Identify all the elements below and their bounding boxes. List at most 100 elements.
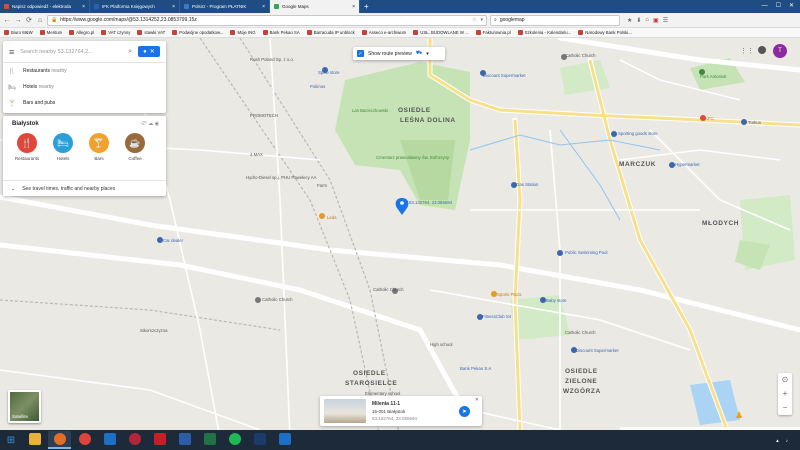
bookmark-item[interactable]: Narodowy Bank Polski...	[578, 30, 632, 35]
bookmark-item[interactable]: stawki VAT	[137, 30, 165, 35]
menu-icon[interactable]: ☰	[663, 17, 668, 24]
place-photo[interactable]	[324, 399, 366, 423]
firefox-icon[interactable]	[48, 431, 71, 449]
suggestion-hotels[interactable]: 🛏 Hotels nearby	[3, 79, 166, 95]
chevron-down-icon[interactable]: ▾	[426, 51, 429, 57]
bookmark-item[interactable]: Meritum	[39, 30, 62, 35]
app-icon[interactable]	[123, 431, 146, 449]
zoom-out-button[interactable]: −	[783, 401, 788, 415]
browser-tab[interactable]: Napisz odpowiedź - elektroda ×	[0, 0, 90, 13]
browser-search-box[interactable]: ⌕ googlemap	[490, 14, 620, 26]
map-place-label[interactable]: FitnessClub S4	[482, 314, 511, 319]
map-place-label[interactable]: Discount Supermarket	[483, 73, 526, 78]
url-text[interactable]: https://www.google.com/maps/@53.1314252,…	[60, 17, 197, 23]
bookmark-item[interactable]: Bank Pekao SA	[262, 30, 300, 35]
my-location-icon[interactable]: ⊙	[782, 373, 789, 387]
home-icon[interactable]: ⌂	[36, 17, 44, 24]
search-value[interactable]: googlemap	[500, 17, 525, 23]
map-place-label[interactable]: Cmentarz prawosławny Św. Eufrozyny	[376, 155, 449, 160]
apps-grid-icon[interactable]: ⋮⋮	[740, 47, 754, 55]
map-place-label[interactable]: Catholic Church	[565, 53, 596, 58]
pegman-icon[interactable]: ♟	[735, 410, 743, 421]
map-place-label[interactable]: Hypermarket	[675, 162, 700, 167]
category-hotels[interactable]: 🛏 Hotels	[51, 133, 75, 161]
map-place-label[interactable]: MŁODYCH	[702, 220, 739, 227]
spotify-icon[interactable]	[223, 431, 246, 449]
bookmark-item[interactable]: USŁ. BUDOWLANE W ...	[413, 30, 469, 35]
minimize-icon[interactable]: —	[762, 0, 768, 13]
bookmark-item[interactable]: Podwójne opodatkow...	[172, 30, 223, 35]
bookmark-item[interactable]: Moje ING	[230, 30, 256, 35]
satellite-layer-toggle[interactable]: Satellite	[8, 390, 41, 423]
map-place-label[interactable]: PROMOTECH	[250, 113, 278, 118]
forward-icon[interactable]: →	[14, 17, 22, 24]
map-place-label[interactable]: Catholic Church	[565, 330, 596, 335]
map-place-label[interactable]: ZIELONE	[565, 378, 597, 385]
app-icon[interactable]	[248, 431, 271, 449]
bookmark-item[interactable]: VAT czynny	[101, 30, 130, 35]
browser-tab-active[interactable]: Google Maps ×	[270, 0, 360, 13]
zoom-in-button[interactable]: +	[783, 387, 788, 401]
travel-times-link[interactable]: ⌄ See travel times, traffic and nearby p…	[3, 180, 166, 196]
bookmarks-icon[interactable]: ★	[627, 17, 632, 24]
map-place-label[interactable]: Sports Plaza	[497, 292, 521, 297]
map-place-label[interactable]: Catholic Church	[262, 297, 293, 302]
dropped-pin-card[interactable]: Milenia 11-1 15-001 Białystok 53.132764,…	[320, 396, 482, 426]
map-place-label[interactable]: Farm	[317, 183, 327, 188]
extension-icon[interactable]: ▣	[653, 17, 659, 24]
file-explorer-icon[interactable]	[23, 431, 46, 449]
map-place-label[interactable]: Polimos	[310, 84, 325, 89]
outlook-icon[interactable]	[98, 431, 121, 449]
eye-icon[interactable]: ◉	[155, 121, 159, 127]
map-place-label[interactable]: 4.MAX	[250, 152, 263, 157]
close-tab-icon[interactable]: ×	[262, 4, 265, 10]
map-place-label[interactable]: Gas Station	[516, 182, 538, 187]
checkbox-checked-icon[interactable]: ✓	[357, 50, 364, 57]
map-place-label[interactable]: STAROSIELCE	[345, 380, 397, 387]
word-icon[interactable]	[173, 431, 196, 449]
bookmark-item[interactable]: Allegro.pl	[69, 30, 94, 35]
map-place-label[interactable]: Car dealer	[163, 238, 183, 243]
category-bars[interactable]: 🍸 Bars	[87, 133, 111, 161]
dropdown-icon[interactable]: ▾	[480, 17, 483, 23]
bookmark-item[interactable]: Barracuda IP unblock	[306, 30, 355, 35]
address-bar[interactable]: 🔒 https://www.google.com/maps/@53.131425…	[47, 14, 487, 26]
map-place-label[interactable]: Sporting goods store	[618, 131, 658, 136]
close-window-icon[interactable]: ✕	[789, 0, 794, 13]
category-restaurants[interactable]: 🍴 Restaurants	[15, 133, 39, 161]
avatar[interactable]: T	[773, 44, 787, 58]
maps-search-input[interactable]: Search nearby 53.132764,2...	[20, 49, 122, 55]
downloads-icon[interactable]: ⬇	[636, 17, 641, 24]
map-place-label[interactable]: OSIEDLE	[565, 368, 598, 375]
bookmark-item[interactable]: Szkolenia - Kalendariu...	[517, 30, 571, 35]
close-icon[interactable]: ✕	[475, 397, 479, 403]
acrobat-icon[interactable]	[148, 431, 171, 449]
map-place-label[interactable]: Las Bacieczkowski	[352, 108, 388, 113]
map-place-label[interactable]: OSIEDLE	[398, 107, 431, 114]
bookmark-item[interactable]: Fakturownia.pl	[475, 30, 511, 35]
map-place-label[interactable]: Spice store	[318, 70, 340, 75]
maximize-icon[interactable]: ☐	[776, 0, 781, 13]
browser-tab[interactable]: IFK Platforma Księgowych ×	[90, 0, 180, 13]
map-place-label[interactable]: Sikorszczyzna	[140, 328, 167, 333]
new-tab-button[interactable]: +	[360, 0, 373, 13]
hamburger-menu-icon[interactable]: ≡	[9, 47, 14, 57]
reload-icon[interactable]: ⟳	[25, 16, 33, 24]
map-place-label[interactable]: KFC	[705, 116, 714, 121]
map-place-label[interactable]: Discount Supermarket	[576, 348, 619, 353]
bookmark-star-icon[interactable]: ☆	[472, 17, 476, 23]
map-place-label[interactable]: Bank Pekao S.A	[460, 366, 491, 371]
network-icon[interactable]: ▲	[775, 438, 779, 443]
chrome-icon[interactable]	[73, 431, 96, 449]
volume-icon[interactable]: ♪	[786, 438, 788, 443]
category-coffee[interactable]: ☕ Coffee	[123, 133, 147, 161]
windows-start-icon[interactable]: ⊞	[1, 430, 21, 450]
route-preview-toggle[interactable]: ✓ Show route preview ⛟ ▾	[353, 47, 445, 60]
map-place-label[interactable]: LEŚNA DOLINA	[400, 117, 456, 124]
home-page-icon[interactable]: ⌂	[645, 17, 649, 24]
excel-icon[interactable]	[198, 431, 221, 449]
map-place-label[interactable]: MARCZUK	[619, 161, 656, 168]
browser-tab[interactable]: Polsirz - Program PŁATNIK ×	[180, 0, 270, 13]
map-place-label[interactable]: Hydro-Diesel sp.j. PHU Pawełecy AA	[246, 175, 316, 180]
map-place-label[interactable]: High school	[430, 342, 452, 347]
